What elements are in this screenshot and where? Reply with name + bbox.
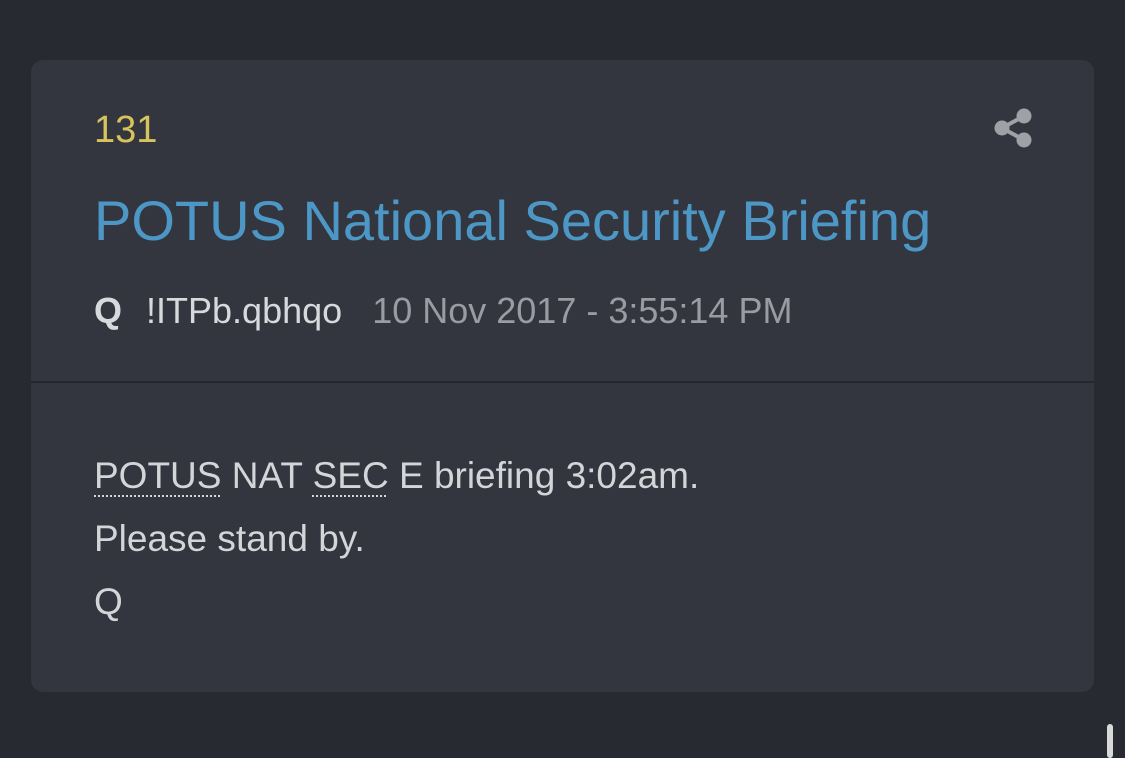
page: 131 POTUS National Security Briefing Q !… xyxy=(0,0,1125,758)
post-body-line-1: POTUS NAT SEC E briefing 3:02am. xyxy=(94,444,699,507)
post-body: POTUS NAT SEC E briefing 3:02am. Please … xyxy=(94,444,699,633)
abbr-sec: SEC xyxy=(312,455,389,496)
abbr-potus: POTUS xyxy=(94,455,222,496)
post-body-line-2: Please stand by. xyxy=(94,518,365,559)
post-timestamp: 10 Nov 2017 - 3:55:14 PM xyxy=(372,290,793,331)
post-header: 131 POTUS National Security Briefing Q !… xyxy=(31,60,1094,383)
scrollbar-thumb[interactable] xyxy=(1107,724,1113,758)
post-author: Q xyxy=(94,290,123,331)
post-card: 131 POTUS National Security Briefing Q !… xyxy=(31,60,1094,692)
share-icon[interactable] xyxy=(991,106,1035,150)
post-title[interactable]: POTUS National Security Briefing xyxy=(94,188,931,254)
post-body-line-3: Q xyxy=(94,581,123,622)
post-tripcode: !ITPb.qbhqo xyxy=(146,290,343,331)
post-meta: Q !ITPb.qbhqo 10 Nov 2017 - 3:55:14 PM xyxy=(94,288,792,334)
post-number: 131 xyxy=(94,109,158,151)
body-text: E briefing 3:02am. xyxy=(388,455,700,496)
body-text: NAT xyxy=(221,455,313,496)
